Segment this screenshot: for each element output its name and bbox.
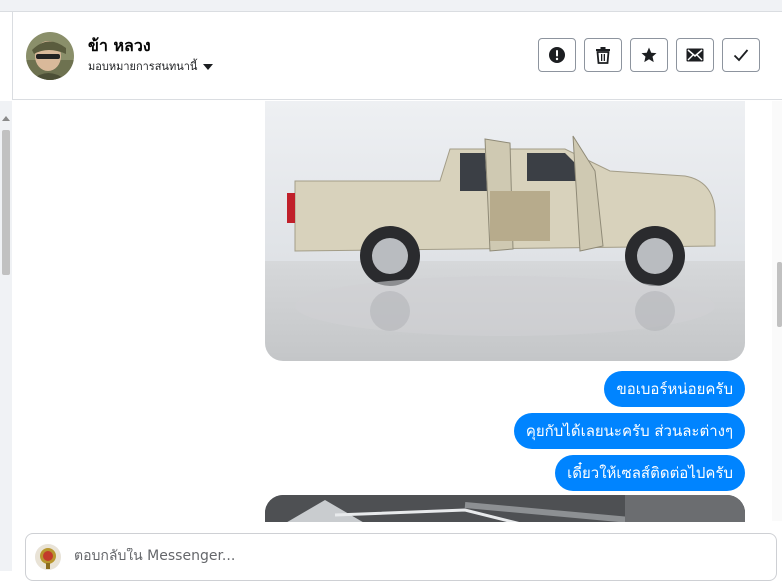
scroll-up-arrow-icon[interactable]: [2, 116, 10, 121]
caret-down-icon: [203, 64, 214, 70]
message-bubble[interactable]: คุยกับได้เลยนะครับ ส่วนละต่างๆ: [513, 413, 745, 449]
contact-avatar[interactable]: [26, 32, 74, 80]
right-scroll-thumb[interactable]: [777, 262, 782, 327]
assign-conversation-dropdown[interactable]: มอบหมายการสนทนานี้: [88, 57, 214, 75]
top-strip: [0, 0, 782, 12]
trash-icon: [596, 47, 610, 64]
reply-composer: [25, 533, 777, 581]
mark-done-button[interactable]: [722, 38, 760, 72]
car-photo-attachment[interactable]: [265, 101, 745, 361]
delete-button[interactable]: [584, 38, 622, 72]
mark-unread-button[interactable]: [676, 38, 714, 72]
star-button[interactable]: [630, 38, 668, 72]
reply-input[interactable]: [74, 548, 674, 564]
assign-label: มอบหมายการสนทนานี้: [88, 60, 198, 73]
conversation-header: ข้า หลวง มอบหมายการสนทนานี้: [12, 12, 782, 100]
message-thread[interactable]: ขอเบอร์หน่อยครับ คุยกับได้เลยนะครับ ส่วน…: [13, 101, 772, 522]
car-photo-attachment-2[interactable]: [265, 495, 745, 522]
message-bubble[interactable]: เดี๋ยวให้เซลส์ติดต่อไปครับ: [555, 455, 745, 491]
left-scroll-thumb[interactable]: [2, 130, 10, 275]
message-bubble[interactable]: ขอเบอร์หน่อยครับ: [604, 371, 745, 407]
star-icon: [641, 47, 657, 63]
page-avatar: [35, 544, 61, 570]
mark-spam-button[interactable]: [538, 38, 576, 72]
alert-icon: [549, 47, 565, 63]
header-actions: [538, 38, 760, 72]
envelope-icon: [686, 48, 704, 62]
contact-name[interactable]: ข้า หลวง: [88, 34, 151, 59]
check-icon: [733, 49, 749, 62]
